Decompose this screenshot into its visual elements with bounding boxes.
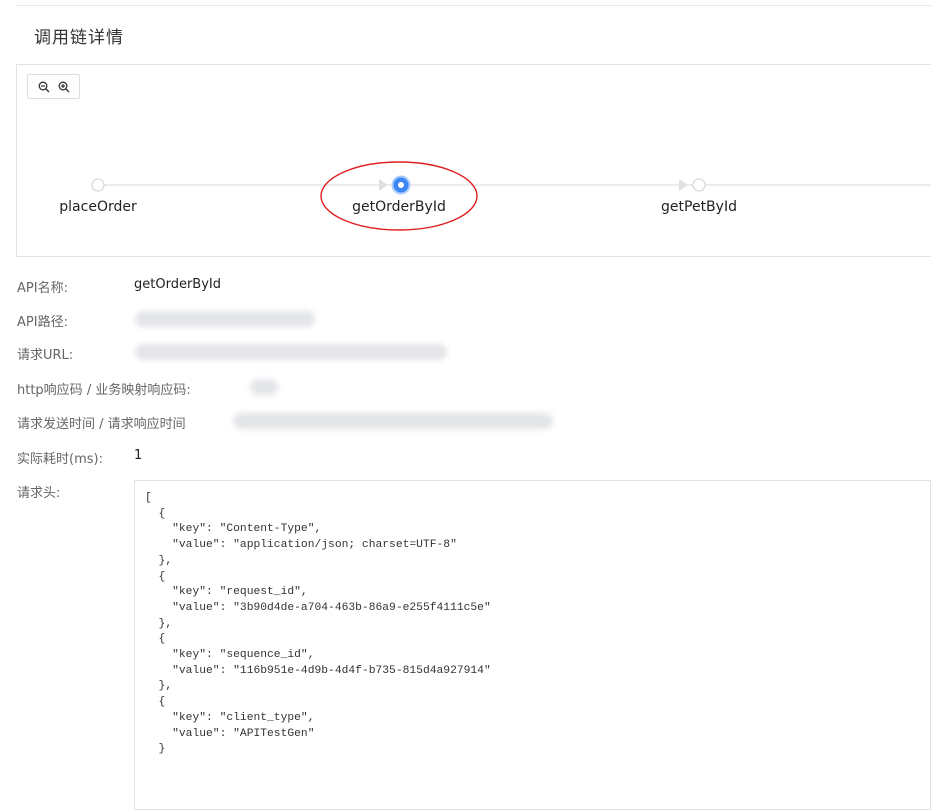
page-title: 调用链详情 bbox=[34, 28, 124, 48]
node-label-get-order-by-id[interactable]: getOrderById bbox=[352, 199, 446, 215]
arrow-icon bbox=[679, 179, 688, 191]
response-codes-label: http响应码 / 业务映射响应码: bbox=[17, 383, 191, 398]
api-path-value-redacted bbox=[135, 311, 315, 327]
times-value-redacted bbox=[233, 413, 553, 429]
response-codes-value-redacted bbox=[250, 379, 278, 395]
request-headers-content: [ { "key": "Content-Type", "value": "app… bbox=[145, 492, 491, 756]
node-get-pet-by-id[interactable] bbox=[692, 178, 706, 192]
request-headers-box[interactable]: [ { "key": "Content-Type", "value": "app… bbox=[134, 480, 931, 810]
request-url-value-redacted bbox=[135, 344, 447, 360]
call-chain-panel: placeOrder getOrderById getPetById bbox=[16, 64, 931, 257]
node-get-order-by-id-center bbox=[398, 182, 404, 188]
times-label: 请求发送时间 / 请求响应时间 bbox=[17, 417, 186, 432]
elapsed-label: 实际耗时(ms): bbox=[17, 452, 103, 467]
node-label-place-order[interactable]: placeOrder bbox=[59, 199, 136, 215]
api-name-value: getOrderById bbox=[134, 277, 221, 292]
top-divider bbox=[16, 5, 931, 6]
api-path-label: API路径: bbox=[17, 315, 68, 330]
call-chain-graph bbox=[91, 161, 931, 231]
node-place-order[interactable] bbox=[91, 178, 105, 192]
elapsed-value: 1 bbox=[134, 448, 143, 463]
api-name-label: API名称: bbox=[17, 281, 68, 296]
headers-label: 请求头: bbox=[17, 486, 61, 501]
request-url-label: 请求URL: bbox=[17, 348, 74, 363]
node-label-get-pet-by-id[interactable]: getPetById bbox=[661, 199, 737, 215]
highlight-ring bbox=[320, 161, 478, 231]
arrow-icon bbox=[379, 179, 388, 191]
